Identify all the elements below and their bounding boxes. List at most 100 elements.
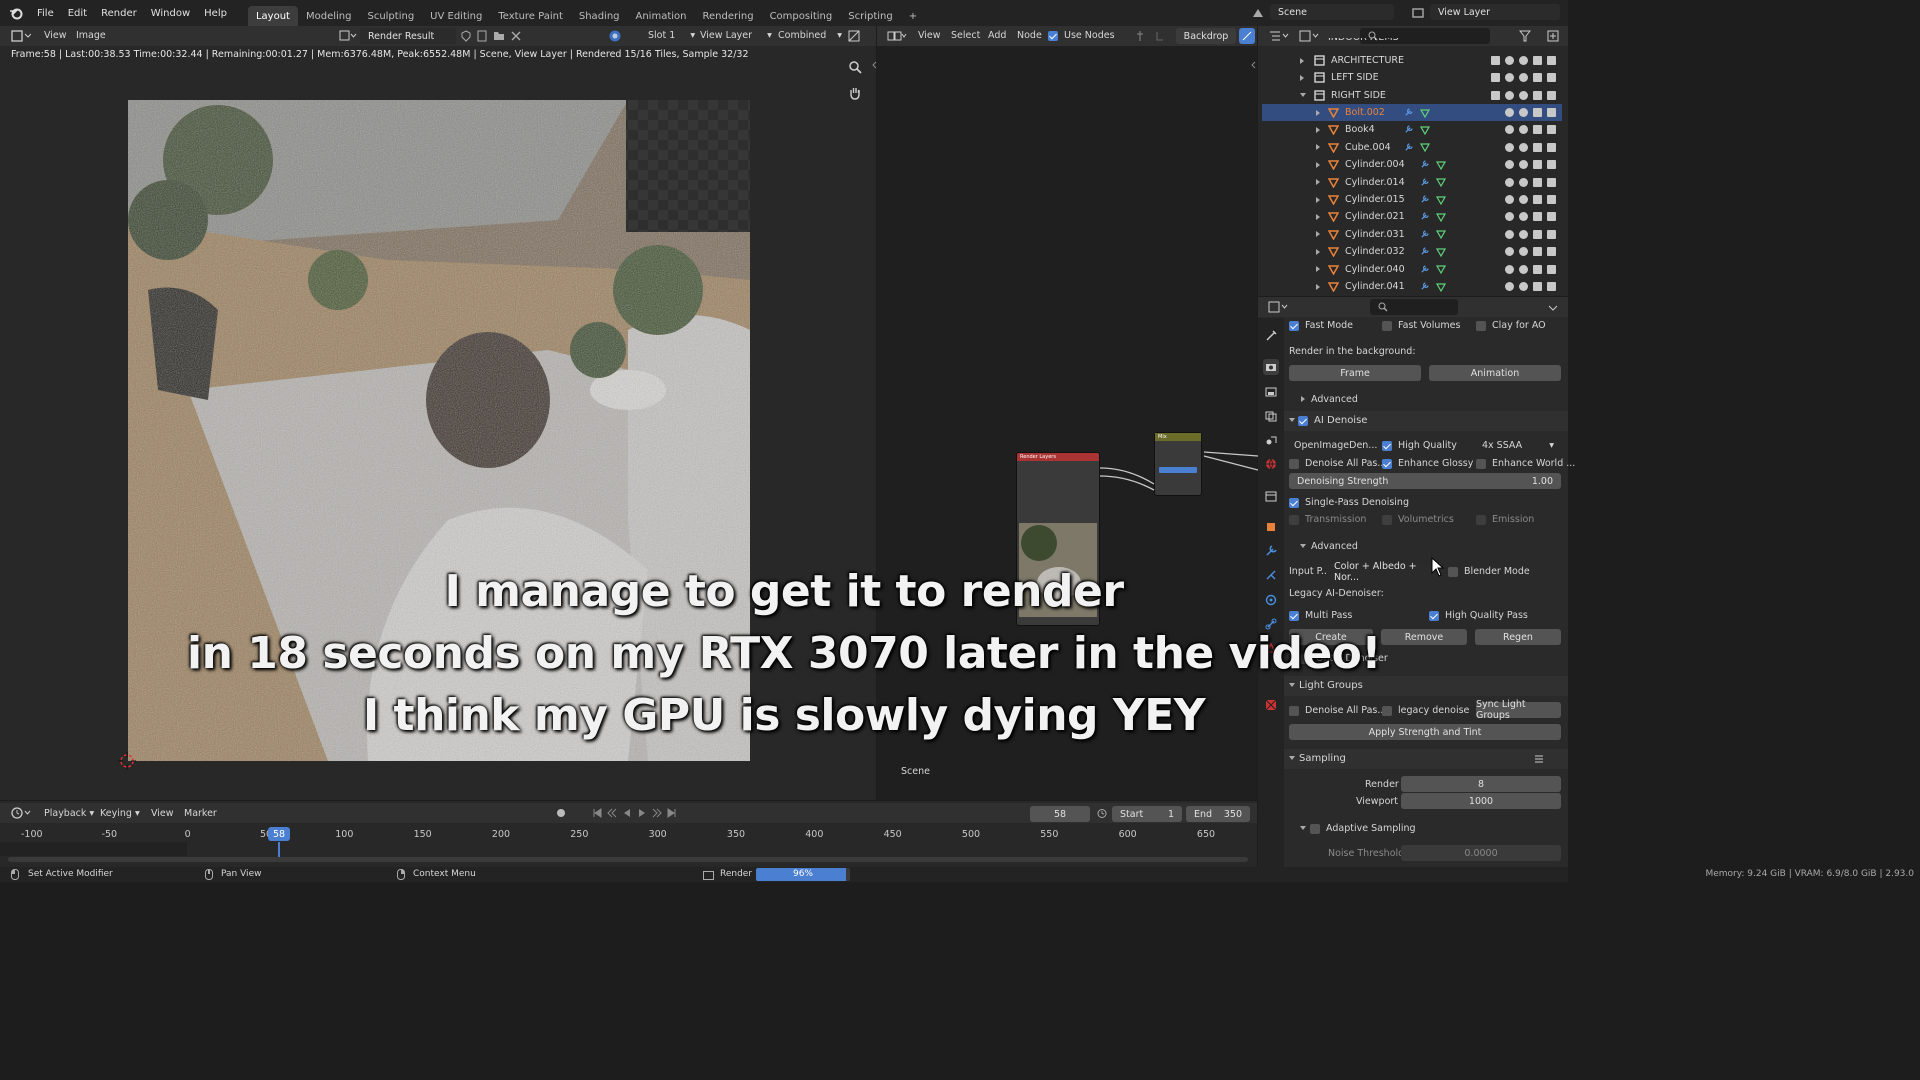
transmission-checkbox[interactable]: [1289, 514, 1299, 525]
node-menu-node[interactable]: Node: [1017, 30, 1042, 41]
image-name-field[interactable]: Render Result: [360, 28, 456, 44]
outliner-object-row[interactable]: Cylinder.041: [1262, 278, 1562, 295]
sampling-collapse-icon[interactable]: [1289, 756, 1295, 760]
ai-denoise-collapse-icon[interactable]: [1289, 418, 1295, 422]
scene-tab-icon[interactable]: [1263, 432, 1279, 448]
monitor-icon[interactable]: [1533, 160, 1542, 170]
high-quality-checkbox[interactable]: [1382, 440, 1392, 451]
camera-icon[interactable]: [1547, 264, 1556, 274]
clay-for-ao-checkbox[interactable]: [1476, 320, 1486, 331]
pan-hand-icon[interactable]: [846, 84, 864, 102]
prev-keyframe-icon[interactable]: [607, 807, 617, 819]
select-arrow-icon[interactable]: [1505, 282, 1514, 291]
camera-icon[interactable]: [1547, 212, 1556, 222]
camera-icon[interactable]: [1547, 125, 1556, 135]
eye-icon[interactable]: [1519, 177, 1528, 187]
outliner-collection-row[interactable]: LEFT SIDE: [1262, 69, 1562, 86]
tab-scripting[interactable]: Scripting: [840, 6, 900, 26]
noise-threshold-field[interactable]: 0.0000: [1401, 845, 1561, 861]
menu-file[interactable]: File: [30, 8, 61, 19]
node-menu-add[interactable]: Add: [988, 30, 1006, 41]
exclude-checkbox-icon[interactable]: [1491, 56, 1500, 65]
eye-icon[interactable]: [1519, 73, 1528, 83]
pass-selector[interactable]: Combined ▾: [778, 30, 842, 41]
slot-selector[interactable]: Slot 1 ▾: [648, 30, 695, 41]
monitor-icon[interactable]: [1533, 282, 1542, 291]
playback-menu[interactable]: Playback ▾: [44, 808, 94, 819]
menu-help[interactable]: Help: [197, 8, 234, 19]
fast-volumes-toggle[interactable]: Fast Volumes: [1382, 320, 1460, 331]
monitor-icon[interactable]: [1533, 73, 1542, 83]
enhance-world-checkbox[interactable]: [1476, 458, 1486, 469]
editor-type-icon[interactable]: [10, 29, 32, 43]
expand-arrow-icon[interactable]: [1316, 144, 1320, 151]
scene-selector[interactable]: Scene: [1270, 4, 1394, 20]
monitor-icon[interactable]: [1533, 56, 1542, 65]
mesh-data-icon[interactable]: [1436, 160, 1446, 170]
node-editor-type-icon[interactable]: [886, 29, 908, 43]
adaptive-sampling-toggle[interactable]: Adaptive Sampling: [1310, 823, 1416, 834]
expand-arrow-icon[interactable]: [1316, 283, 1320, 290]
image-menu-image[interactable]: Image: [76, 30, 106, 41]
camera-icon[interactable]: [1547, 229, 1556, 239]
play-reverse-icon[interactable]: [622, 807, 632, 819]
modifier-tab-icon[interactable]: [1263, 543, 1279, 559]
current-frame-field[interactable]: 58: [1030, 806, 1090, 822]
modifier-wrench-icon[interactable]: [1420, 282, 1429, 291]
modifier-wrench-icon[interactable]: [1420, 247, 1429, 256]
node-menu-view[interactable]: View: [918, 30, 941, 41]
render-tab-icon[interactable]: [1263, 359, 1279, 375]
image-menu-view[interactable]: View: [44, 30, 67, 41]
tab-compositing[interactable]: Compositing: [762, 6, 841, 26]
monitor-icon[interactable]: [1533, 247, 1542, 257]
denoise-all-passes-toggle[interactable]: Denoise All Pas...: [1289, 458, 1386, 469]
outliner-object-row[interactable]: Cylinder.032: [1262, 243, 1562, 260]
monitor-icon[interactable]: [1533, 177, 1542, 187]
select-arrow-icon[interactable]: [1505, 264, 1514, 274]
tab-animation[interactable]: Animation: [628, 6, 695, 26]
advanced-expand-icon[interactable]: [1301, 396, 1305, 402]
fake-user-icon[interactable]: [460, 29, 472, 43]
jump-end-icon[interactable]: [667, 807, 677, 819]
mesh-data-icon[interactable]: [1436, 229, 1446, 240]
render-samples-field[interactable]: 8: [1401, 776, 1561, 792]
timeline-menu-marker[interactable]: Marker: [184, 808, 217, 819]
eye-icon[interactable]: [1519, 56, 1528, 65]
modifier-wrench-icon[interactable]: [1404, 143, 1413, 152]
frame-button[interactable]: Frame: [1289, 365, 1421, 381]
fast-mode-toggle[interactable]: Fast Mode: [1289, 320, 1353, 331]
eye-icon[interactable]: [1519, 229, 1528, 239]
monitor-icon[interactable]: [1533, 229, 1542, 239]
camera-icon[interactable]: [1547, 195, 1556, 204]
modifier-wrench-icon[interactable]: [1420, 264, 1429, 274]
outliner-object-row[interactable]: Cube.004: [1262, 139, 1562, 156]
expand-arrow-icon[interactable]: [1316, 161, 1320, 168]
eye-icon[interactable]: [1519, 247, 1528, 257]
tool-tab-icon[interactable]: [1263, 328, 1279, 344]
camera-icon[interactable]: [1547, 247, 1556, 257]
node-menu-select[interactable]: Select: [951, 30, 980, 41]
modifier-wrench-icon[interactable]: [1404, 108, 1413, 117]
select-arrow-icon[interactable]: [1505, 177, 1514, 187]
advanced2-panel-header[interactable]: Advanced: [1311, 541, 1358, 552]
modifier-wrench-icon[interactable]: [1420, 160, 1429, 169]
ai-denoise-checkbox[interactable]: [1298, 415, 1308, 426]
expand-arrow-icon[interactable]: [1316, 126, 1320, 133]
select-arrow-icon[interactable]: [1505, 247, 1514, 257]
tab-modeling[interactable]: Modeling: [298, 6, 360, 26]
view-layer-selector[interactable]: View Layer: [1430, 4, 1560, 20]
adaptive-sampling-checkbox[interactable]: [1310, 823, 1320, 834]
render-progress-bar[interactable]: 96%: [756, 868, 850, 881]
camera-icon[interactable]: [1547, 73, 1556, 83]
select-arrow-icon[interactable]: [1505, 125, 1514, 135]
mesh-data-icon[interactable]: [1436, 195, 1446, 205]
timeline-editor-type-icon[interactable]: [10, 806, 32, 820]
properties-search-field[interactable]: [1370, 299, 1458, 315]
record-icon[interactable]: [555, 807, 567, 819]
object-tab-icon[interactable]: [1263, 519, 1279, 535]
camera-icon[interactable]: [1547, 142, 1556, 152]
select-arrow-icon[interactable]: [1505, 108, 1514, 117]
use-nodes-checkbox[interactable]: [1048, 30, 1058, 41]
outliner-object-row[interactable]: Cylinder.014: [1262, 174, 1562, 191]
monitor-icon[interactable]: [1533, 142, 1542, 152]
